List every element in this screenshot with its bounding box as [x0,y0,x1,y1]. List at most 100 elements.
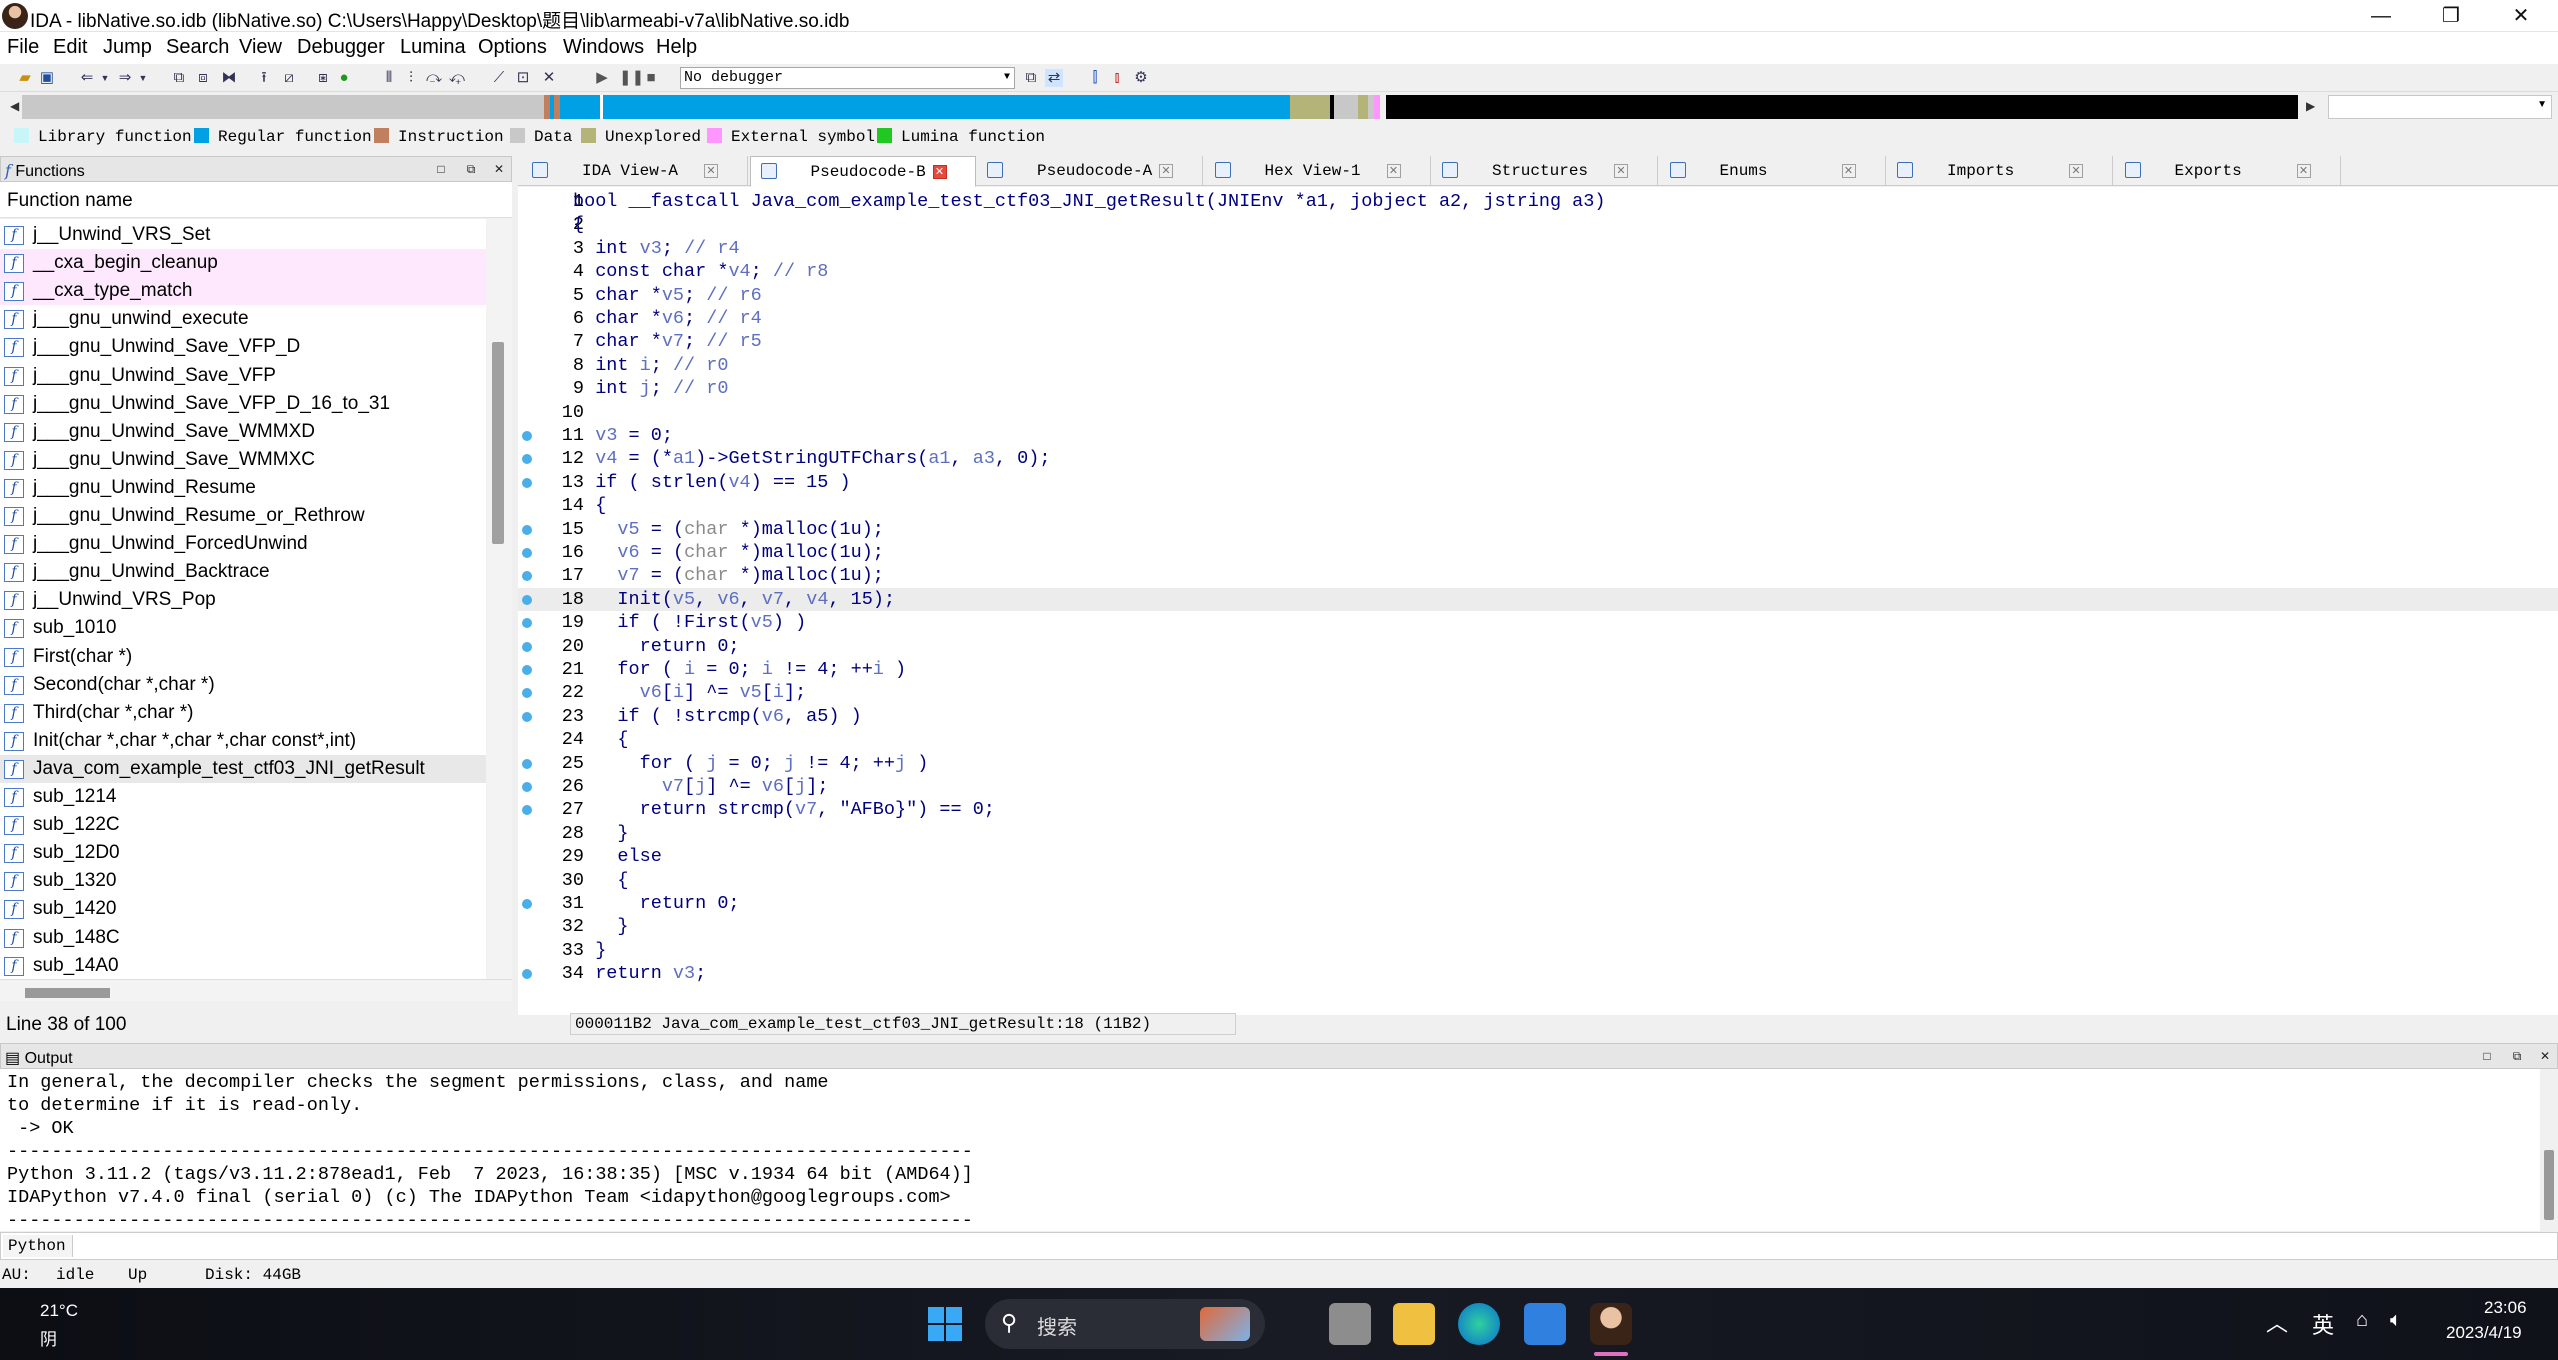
clock-time[interactable]: 23:06 [2484,1298,2527,1318]
sync-icon[interactable]: ⇄ [1045,69,1063,87]
code-line[interactable]: 7 char *v7; // r5 [518,330,2558,353]
functions-list[interactable]: f j__Unwind_VRS_Set f __cxa_begin_cleanup f _… [0,219,486,979]
tab-ida-view-a[interactable]: IDA View-A ✕ [522,156,748,186]
function-row[interactable]: f sub_12D0 [0,839,486,867]
python-command-input[interactable] [0,1232,2558,1260]
maximize-button[interactable]: ❐ [2416,0,2486,32]
start-debug-icon[interactable]: ▶ [593,69,611,87]
breakpoint-marker-icon[interactable] [522,618,532,629]
function-row[interactable]: f Init(char *,char *,char *,char const*,i… [0,727,486,755]
string-icon[interactable]: ⤼ [425,69,443,87]
tab-enums[interactable]: Enums ✕ [1660,156,1886,186]
code-line[interactable]: 15 v5 = (char *)malloc(1u); [518,518,2558,541]
python-language-button[interactable]: Python [3,1235,73,1257]
code-line[interactable]: 24 { [518,728,2558,751]
run-script-icon[interactable]: ● [335,69,353,87]
function-row[interactable]: f __cxa_begin_cleanup [0,249,486,278]
input-method-indicator[interactable]: 英 [2312,1308,2334,1340]
breakpoint-marker-icon[interactable] [522,454,532,465]
tab-close-icon[interactable]: ✕ [1841,164,1856,178]
code-line[interactable]: 34 return v3; [518,962,2558,985]
lumina-settings-icon[interactable]: ⚙ [1132,69,1150,87]
code-line[interactable]: 35} [518,986,2558,988]
tab-structures[interactable]: Structures ✕ [1432,156,1658,186]
code-line[interactable]: 20 return 0; [518,635,2558,658]
lumina-pull-icon[interactable]: ⫿ [1086,69,1104,87]
breakpoint-marker-icon[interactable] [522,758,532,769]
weather-description[interactable]: 阴 [40,1325,57,1350]
forward-icon[interactable]: ⇒ [116,69,134,87]
functions-scroll-thumb[interactable] [492,342,504,544]
breakpoint-marker-icon[interactable] [522,548,532,558]
data-icon[interactable]: ⫶ [402,69,420,87]
breakpoint-marker-icon[interactable] [522,665,532,675]
breakpoint-marker-icon[interactable] [522,571,532,582]
code-line[interactable]: 31 return 0; [518,892,2558,915]
undefine-icon[interactable]: ⟋ [490,69,508,87]
menu-view[interactable]: View [239,36,282,59]
functions-hscroll-thumb[interactable] [25,988,110,998]
tab-pseudocode-b[interactable]: Pseudocode-B ✕ [749,156,976,187]
code-line[interactable]: 27 return strcmp(v7, "AFBo}") == 0; [518,798,2558,821]
pane-float-icon[interactable]: ⧉ [2509,1048,2525,1064]
breakpoint-marker-icon[interactable] [522,431,532,441]
code-line[interactable]: 30 { [518,869,2558,892]
pane-float-icon[interactable]: ⧉ [463,161,479,177]
tab-imports[interactable]: Imports ✕ [1887,156,2113,186]
menu-options[interactable]: Options [478,36,547,59]
nav-left-arrow-icon[interactable]: ◀ [10,99,19,113]
function-row[interactable]: f sub_1010 [0,614,486,642]
tab-exports[interactable]: Exports ✕ [2115,156,2341,186]
code-line[interactable]: 14 { [518,494,2558,517]
breakpoint-marker-icon[interactable] [522,688,532,699]
tab-close-icon[interactable]: ✕ [1386,164,1401,178]
menu-debugger[interactable]: Debugger [297,36,385,59]
code-line[interactable]: 6 char *v6; // r4 [518,307,2558,330]
tab-close-icon[interactable]: ✕ [1614,164,1628,178]
output-console[interactable]: In general, the decompiler checks the se… [0,1069,2540,1231]
breakpoint-marker-icon[interactable] [522,711,532,722]
tab-hex-view-1[interactable]: Hex View-1 ✕ [1205,156,1431,186]
file-explorer-icon[interactable] [1393,1303,1435,1345]
tab-close-icon[interactable]: ✕ [1159,164,1173,178]
code-line[interactable]: 22 v6[i] ^= v5[i]; [518,681,2558,704]
save-icon[interactable]: ▣ [38,69,56,87]
search-text-icon[interactable]: ⧄ [280,69,298,87]
tab-close-icon[interactable]: ✕ [2296,164,2311,178]
debugger-select[interactable]: No debugger ▼ [680,67,1015,89]
chevron-up-icon[interactable]: ︿ [2266,1306,2288,1338]
code-line[interactable]: 23 if ( !strcmp(v6, a5) ) [518,705,2558,728]
function-row[interactable]: f sub_122C [0,811,486,839]
menu-search[interactable]: Search [166,36,229,59]
function-row[interactable]: f j___gnu_Unwind_Resume_or_Rethrow [0,502,486,530]
code-line[interactable]: 26 v7[j] ^= v6[j]; [518,775,2558,798]
function-row[interactable]: f Java_com_example_test_ctf03_JNI_getResu… [0,754,486,783]
ida-taskbar-icon[interactable] [1590,1303,1632,1345]
weather-temperature[interactable]: 21°C [40,1301,78,1321]
function-row[interactable]: f j___gnu_Unwind_Save_WMMXD [0,418,486,446]
function-row[interactable]: f j___gnu_Unwind_Save_VFP_D_16_to_31 [0,390,486,418]
minimize-button[interactable]: — [2346,0,2416,32]
menu-edit[interactable]: Edit [53,36,87,59]
breakpoint-marker-icon[interactable] [522,594,532,605]
tab-close-icon[interactable]: ✕ [704,164,718,178]
code-line[interactable]: 28 } [518,822,2558,845]
code-line[interactable]: 3 int v3; // r4 [518,237,2558,260]
navigation-bar[interactable] [22,95,2298,119]
back-icon[interactable]: ⇐ [78,69,96,87]
function-row[interactable]: f j__Unwind_VRS_Pop [0,586,486,614]
function-row[interactable]: f j___gnu_Unwind_Save_VFP_D [0,333,486,361]
pseudocode-text[interactable]: 1 bool __fastcall Java_com_example_test_c… [518,187,2558,987]
code-line[interactable]: 5 char *v5; // r6 [518,284,2558,307]
code-line[interactable]: 25 for ( j = 0; j != 4; ++j ) [518,752,2558,775]
breakpoint-marker-icon[interactable] [522,524,532,535]
back-dropdown-icon[interactable]: ▼ [96,69,114,87]
function-row[interactable]: f j___gnu_unwind_execute [0,305,486,333]
network-icon[interactable]: ⌂ [2356,1309,2368,1332]
function-row[interactable]: f j__Unwind_VRS_Set [0,221,486,249]
menu-jump[interactable]: Jump [103,36,152,59]
create-segment-icon[interactable]: ⧉ [170,69,188,87]
pane-close-icon[interactable]: ✕ [491,161,507,177]
pause-icon[interactable]: ❚❚ [619,69,644,87]
breakpoint-marker-icon[interactable] [522,805,532,816]
